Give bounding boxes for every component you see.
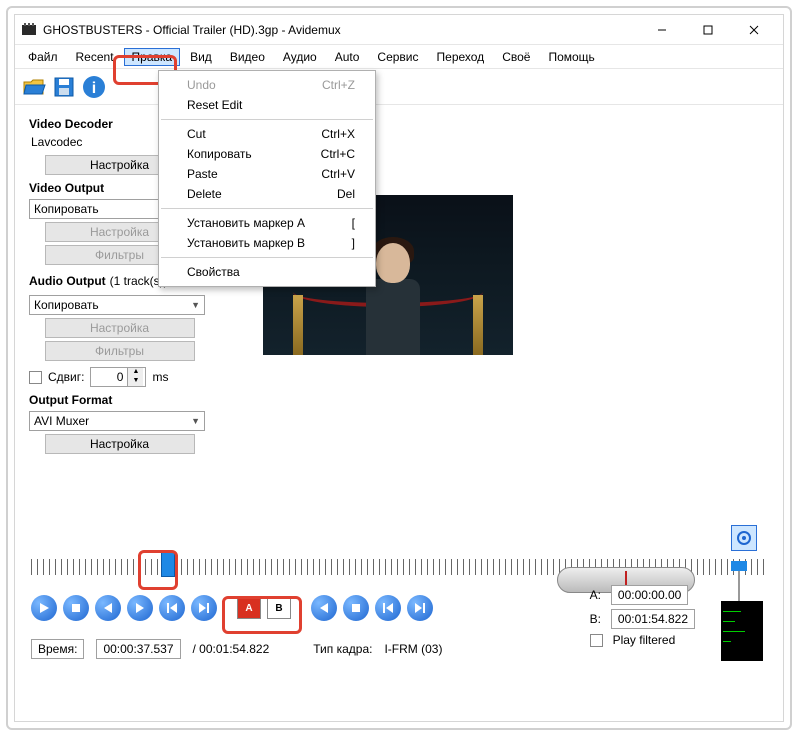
app-icon — [21, 22, 37, 38]
bottom-panel: A B Время: 00:00:37.537 / 00:01:54.822 Т… — [15, 541, 783, 721]
menu-separator — [161, 257, 373, 258]
shift-spinner[interactable]: ▲▼ — [90, 367, 146, 387]
frame-type-label: Тип кадра: — [313, 642, 372, 656]
play-filtered-label: Play filtered — [613, 633, 676, 647]
menu-item-label: Установить маркер B — [187, 236, 305, 250]
time-label: Время: — [31, 639, 84, 659]
menu-item-label: Свойства — [187, 265, 240, 279]
menu-separator — [161, 119, 373, 120]
play-filtered-checkbox[interactable] — [590, 634, 603, 647]
menu-item-accel: Ctrl+V — [321, 167, 355, 181]
menu-item-cut[interactable]: Cut Ctrl+X — [159, 124, 375, 144]
video-output-value: Копировать — [34, 202, 99, 216]
close-button[interactable] — [731, 15, 777, 45]
frame-type-value: I-FRM (03) — [384, 642, 442, 656]
menu-своё[interactable]: Своё — [494, 48, 538, 66]
info-icon[interactable]: i — [81, 74, 107, 100]
marker-a-label: A: — [590, 588, 601, 602]
menu-помощь[interactable]: Помощь — [540, 48, 602, 66]
prev-frame-button[interactable] — [95, 595, 121, 621]
menu-item-accel: Ctrl+Z — [322, 78, 355, 92]
menu-item-label: Undo — [187, 78, 216, 92]
menu-файл[interactable]: Файл — [20, 48, 66, 66]
menu-item-accel: Ctrl+C — [321, 147, 355, 161]
titlebar: GHOSTBUSTERS - Official Trailer (HD).3gp… — [15, 15, 783, 45]
maximize-button[interactable] — [685, 15, 731, 45]
shift-unit: ms — [152, 370, 168, 384]
svg-text:i: i — [92, 80, 96, 97]
menu-item-label: Reset Edit — [187, 98, 242, 112]
audio-output-title: Audio Output — [29, 274, 106, 288]
menu-item-установить-маркер-b[interactable]: Установить маркер B] — [159, 233, 375, 253]
marker-a-value: 00:00:00.00 — [611, 585, 688, 605]
open-icon[interactable] — [21, 74, 47, 100]
marker-b-label: B: — [590, 612, 601, 626]
stop-button[interactable] — [63, 595, 89, 621]
shift-input[interactable] — [91, 370, 127, 384]
audio-output-select[interactable]: Копировать ▼ — [29, 295, 205, 315]
menu-item-accel: ] — [352, 236, 355, 250]
menu-item-label: Установить маркер A — [187, 216, 305, 230]
output-format-select[interactable]: AVI Muxer ▼ — [29, 411, 205, 431]
menu-item-delete[interactable]: Delete Del — [159, 184, 375, 204]
menu-сервис[interactable]: Сервис — [369, 48, 426, 66]
window-title: GHOSTBUSTERS - Official Trailer (HD).3gp… — [43, 23, 639, 37]
menu-item-accel: [ — [352, 216, 355, 230]
menu-аудио[interactable]: Аудио — [275, 48, 325, 66]
marker-b-value: 00:01:54.822 — [611, 609, 695, 629]
menu-recent[interactable]: Recent — [68, 48, 122, 66]
menu-item-label: Cut — [187, 127, 206, 141]
shift-checkbox[interactable] — [29, 371, 42, 384]
menu-item-accel: Ctrl+X — [321, 127, 355, 141]
chevron-down-icon: ▼ — [191, 416, 200, 426]
format-configure-button[interactable]: Настройка — [45, 434, 195, 454]
next-keyframe-button[interactable] — [191, 595, 217, 621]
prev-keyframe-button[interactable] — [159, 595, 185, 621]
menu-item-reset-edit[interactable]: Reset Edit — [159, 95, 375, 115]
spin-down-icon[interactable]: ▼ — [128, 377, 143, 386]
audio-output-value: Копировать — [34, 298, 99, 312]
menu-item-undo: Undo Ctrl+Z — [159, 75, 375, 95]
shift-label: Сдвиг: — [48, 370, 84, 384]
menu-вид[interactable]: Вид — [182, 48, 220, 66]
play-button[interactable] — [31, 595, 57, 621]
duration-value: / 00:01:54.822 — [193, 642, 270, 656]
spin-up-icon[interactable]: ▲ — [128, 368, 143, 377]
toolbar: i — [15, 69, 783, 105]
menu-item-label: Копировать — [187, 147, 252, 161]
menu-item-копировать[interactable]: Копировать Ctrl+C — [159, 144, 375, 164]
output-format-value: AVI Muxer — [34, 414, 89, 428]
output-format-title: Output Format — [29, 393, 210, 407]
menu-item-accel: Del — [337, 187, 355, 201]
next-black-button[interactable] — [343, 595, 369, 621]
menu-item-установить-маркер-a[interactable]: Установить маркер A [ — [159, 213, 375, 233]
chevron-down-icon: ▼ — [191, 300, 200, 310]
audio-filters-button: Фильтры — [45, 341, 195, 361]
goto-end-button[interactable] — [407, 595, 433, 621]
menu-видео[interactable]: Видео — [222, 48, 273, 66]
next-frame-button[interactable] — [127, 595, 153, 621]
set-marker-a-button[interactable]: A — [237, 597, 261, 619]
menu-item-свойства[interactable]: Свойства — [159, 262, 375, 282]
prev-black-button[interactable] — [311, 595, 337, 621]
minimize-button[interactable] — [639, 15, 685, 45]
edit-menu-dropdown: Undo Ctrl+Z Reset Edit Cut Ctrl+X Копировать C… — [158, 70, 376, 287]
set-marker-b-button[interactable]: B — [267, 597, 291, 619]
goto-start-button[interactable] — [375, 595, 401, 621]
menu-separator — [161, 208, 373, 209]
menu-правка[interactable]: Правка — [124, 48, 181, 66]
audio-configure-button: Настройка — [45, 318, 195, 338]
menu-auto[interactable]: Auto — [327, 48, 368, 66]
menu-переход[interactable]: Переход — [429, 48, 493, 66]
menubar: ФайлRecentПравкаВидВидеоАудиоAutoСервисП… — [15, 45, 783, 69]
timeline-playhead[interactable] — [161, 551, 175, 577]
save-icon[interactable] — [51, 74, 77, 100]
speaker-icon[interactable] — [731, 525, 757, 551]
time-value[interactable]: 00:00:37.537 — [96, 639, 180, 659]
audio-scope — [721, 601, 763, 661]
menu-item-label: Delete — [187, 187, 222, 201]
menu-item-label: Paste — [187, 167, 218, 181]
menu-item-paste[interactable]: Paste Ctrl+V — [159, 164, 375, 184]
